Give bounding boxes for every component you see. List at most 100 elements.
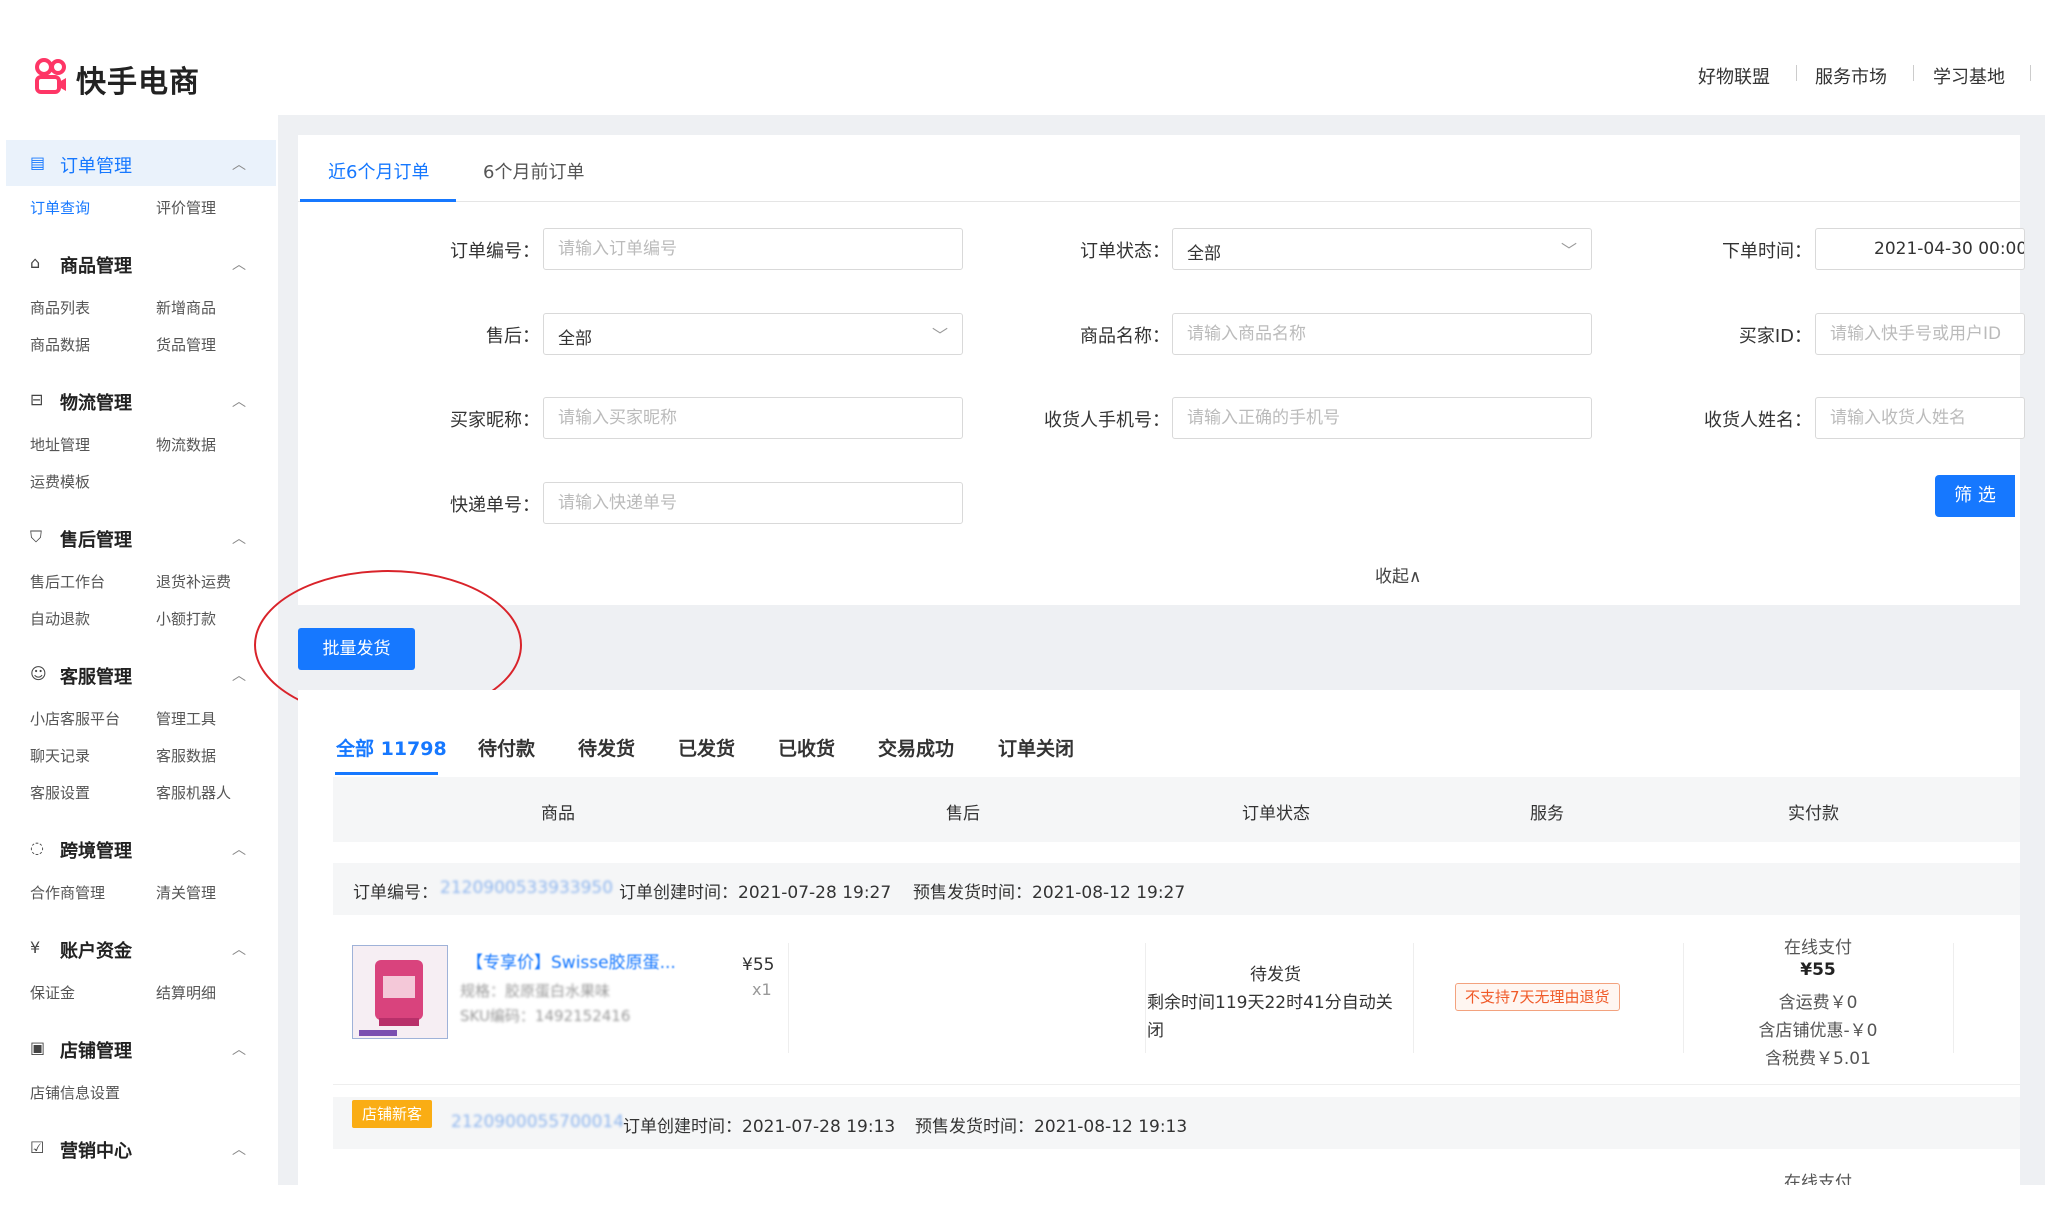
sidebar-item-small-payment[interactable]: 小额打款	[156, 608, 216, 629]
buyer-nick-input[interactable]	[543, 397, 963, 439]
active-tab-indicator	[300, 199, 456, 202]
sidebar-group-label: 营销中心	[60, 1141, 132, 1162]
batch-action-bar	[298, 605, 2020, 690]
chevron-up-icon: ︿	[232, 394, 246, 410]
status-tab-unpaid[interactable]: 待付款	[478, 734, 535, 761]
sidebar-item-cs-data[interactable]: 客服数据	[156, 745, 216, 766]
sidebar-group-funds[interactable]: ¥ 账户资金 ︿	[6, 925, 276, 971]
order-time-picker[interactable]: 2021-04-30 00:00	[1815, 228, 2025, 270]
chevron-up-icon: ︿	[232, 668, 246, 684]
chat-icon: ☺	[30, 664, 47, 683]
product-thumbnail[interactable]	[352, 945, 448, 1039]
divider	[1413, 943, 1414, 1053]
top-link-haowu[interactable]: 好物联盟	[1698, 63, 1770, 89]
sidebar-item-customs[interactable]: 清关管理	[156, 882, 216, 903]
sidebar-group-cross-border[interactable]: ◌ 跨境管理 ︿	[6, 825, 276, 871]
product-price: ¥55	[742, 955, 775, 975]
order-created-time: 订单创建时间：2021-07-28 19:13	[623, 1117, 896, 1137]
chevron-up-icon: ︿	[232, 842, 246, 858]
sidebar-group-customer-service[interactable]: ☺ 客服管理 ︿	[6, 651, 276, 697]
sidebar-item-inventory[interactable]: 货品管理	[156, 334, 216, 355]
column-header-aftersale: 售后	[946, 804, 980, 824]
yen-icon: ¥	[30, 938, 41, 957]
sidebar-item-order-query[interactable]: 订单查询	[30, 197, 90, 218]
sidebar-item-goods-list[interactable]: 商品列表	[30, 297, 90, 318]
shop-discount: 含店铺优惠-￥0	[1758, 1021, 1878, 1041]
sidebar-item-partners[interactable]: 合作商管理	[30, 882, 105, 903]
sidebar-group-shop[interactable]: ▣ 店铺管理 ︿	[6, 1025, 276, 1071]
sidebar-item-cs-settings[interactable]: 客服设置	[30, 782, 90, 803]
receiver-name-input[interactable]	[1815, 397, 2025, 439]
column-header-service: 服务	[1530, 804, 1564, 824]
sidebar-item-settlement[interactable]: 结算明细	[156, 982, 216, 1003]
express-no-input[interactable]	[543, 482, 963, 524]
order-time-label: 下单时间：	[1722, 241, 1812, 262]
status-tab-received[interactable]: 已收货	[778, 734, 835, 761]
product-title-link[interactable]: 【专享价】Swisse胶原蛋...	[466, 948, 676, 973]
order-no-link[interactable]: 2120900533933950	[440, 878, 613, 898]
sidebar-group-order[interactable]: ▤ 订单管理 ︿	[6, 140, 276, 186]
chevron-down-icon: ﹀	[931, 326, 948, 345]
sidebar-group-label: 订单管理	[60, 156, 132, 177]
status-tab-shipped[interactable]: 已发货	[678, 734, 735, 761]
cross-border-icon: ◌	[30, 838, 44, 857]
order-status-label: 订单状态：	[1080, 241, 1170, 262]
sidebar-group-goods[interactable]: ⌂ 商品管理 ︿	[6, 240, 276, 286]
tab-recent-orders[interactable]: 近6个月订单	[328, 158, 429, 184]
status-tab-success[interactable]: 交易成功	[878, 734, 954, 761]
payment-method: 在线支付	[1784, 1173, 1852, 1185]
sidebar-item-aftersale-desk[interactable]: 售后工作台	[30, 571, 105, 592]
aftersale-icon: ⛉	[30, 527, 43, 546]
divider	[788, 943, 789, 1053]
sidebar-item-chat-log[interactable]: 聊天记录	[30, 745, 90, 766]
buyer-id-input[interactable]	[1815, 313, 2025, 355]
product-sku: SKU编码：1492152416	[460, 1007, 631, 1025]
divider	[1796, 65, 1797, 81]
sidebar-item-cs-platform[interactable]: 小店客服平台	[30, 708, 120, 729]
sidebar-item-add-goods[interactable]: 新增商品	[156, 297, 216, 318]
divider	[1953, 943, 1954, 1053]
sidebar-group-aftersale[interactable]: ⛉ 售后管理 ︿	[6, 514, 276, 560]
service-tag: 不支持7天无理由退货	[1455, 983, 1620, 1011]
brand-name: 快手电商	[76, 65, 200, 100]
order-presale-time: 预售发货时间：2021-08-12 19:13	[915, 1117, 1188, 1137]
divider	[2030, 65, 2031, 81]
sidebar-item-cs-robot[interactable]: 客服机器人	[156, 782, 231, 803]
sidebar-group-marketing[interactable]: ☑ 营销中心 ︿	[6, 1125, 276, 1171]
chevron-up-icon: ︿	[232, 942, 246, 958]
order-no-link[interactable]: 2120900055700014	[451, 1112, 624, 1132]
sidebar-item-review[interactable]: 评价管理	[156, 197, 216, 218]
receiver-phone-input[interactable]	[1172, 397, 1592, 439]
sidebar-item-freight-template[interactable]: 运费模板	[30, 471, 90, 492]
sidebar-item-address[interactable]: 地址管理	[30, 434, 90, 455]
status-tab-all[interactable]: 全部 11798	[336, 734, 447, 761]
sidebar-group-label: 售后管理	[60, 530, 132, 551]
sidebar-item-shop-info[interactable]: 店铺信息设置	[30, 1082, 120, 1103]
order-status-select[interactable]: 全部 ﹀	[1172, 228, 1592, 270]
order-status-value: 全部	[1187, 244, 1221, 264]
order-no-input[interactable]	[543, 228, 963, 270]
sidebar-item-auto-refund[interactable]: 自动退款	[30, 608, 90, 629]
sidebar-item-cs-tools[interactable]: 管理工具	[156, 708, 216, 729]
divider	[1913, 65, 1914, 81]
top-link-service-market[interactable]: 服务市场	[1815, 63, 1887, 89]
product-name-input[interactable]	[1172, 313, 1592, 355]
sidebar-item-logistics-data[interactable]: 物流数据	[156, 434, 216, 455]
top-link-learning[interactable]: 学习基地	[1933, 63, 2005, 89]
sidebar-item-return-freight[interactable]: 退货补运费	[156, 571, 231, 592]
tab-older-orders[interactable]: 6个月前订单	[483, 158, 584, 184]
sidebar-item-goods-data[interactable]: 商品数据	[30, 334, 90, 355]
payment-method: 在线支付	[1784, 938, 1852, 958]
status-tab-to-ship[interactable]: 待发货	[578, 734, 635, 761]
sidebar-group-logistics[interactable]: ⊟ 物流管理 ︿	[6, 377, 276, 423]
after-sale-select[interactable]: 全部 ﹀	[543, 313, 963, 355]
sidebar-item-deposit[interactable]: 保证金	[30, 982, 75, 1003]
order-no-prefix: 订单编号：	[353, 883, 438, 903]
status-tab-closed[interactable]: 订单关闭	[998, 734, 1074, 761]
after-sale-label: 售后：	[486, 326, 540, 347]
logistics-icon: ⊟	[30, 390, 44, 409]
buyer-nick-label: 买家昵称：	[450, 410, 540, 431]
chevron-up-icon: ︿	[232, 1142, 246, 1158]
filter-button[interactable]: 筛 选	[1935, 475, 2015, 517]
collapse-filters-link[interactable]: 收起∧	[1375, 562, 1421, 587]
